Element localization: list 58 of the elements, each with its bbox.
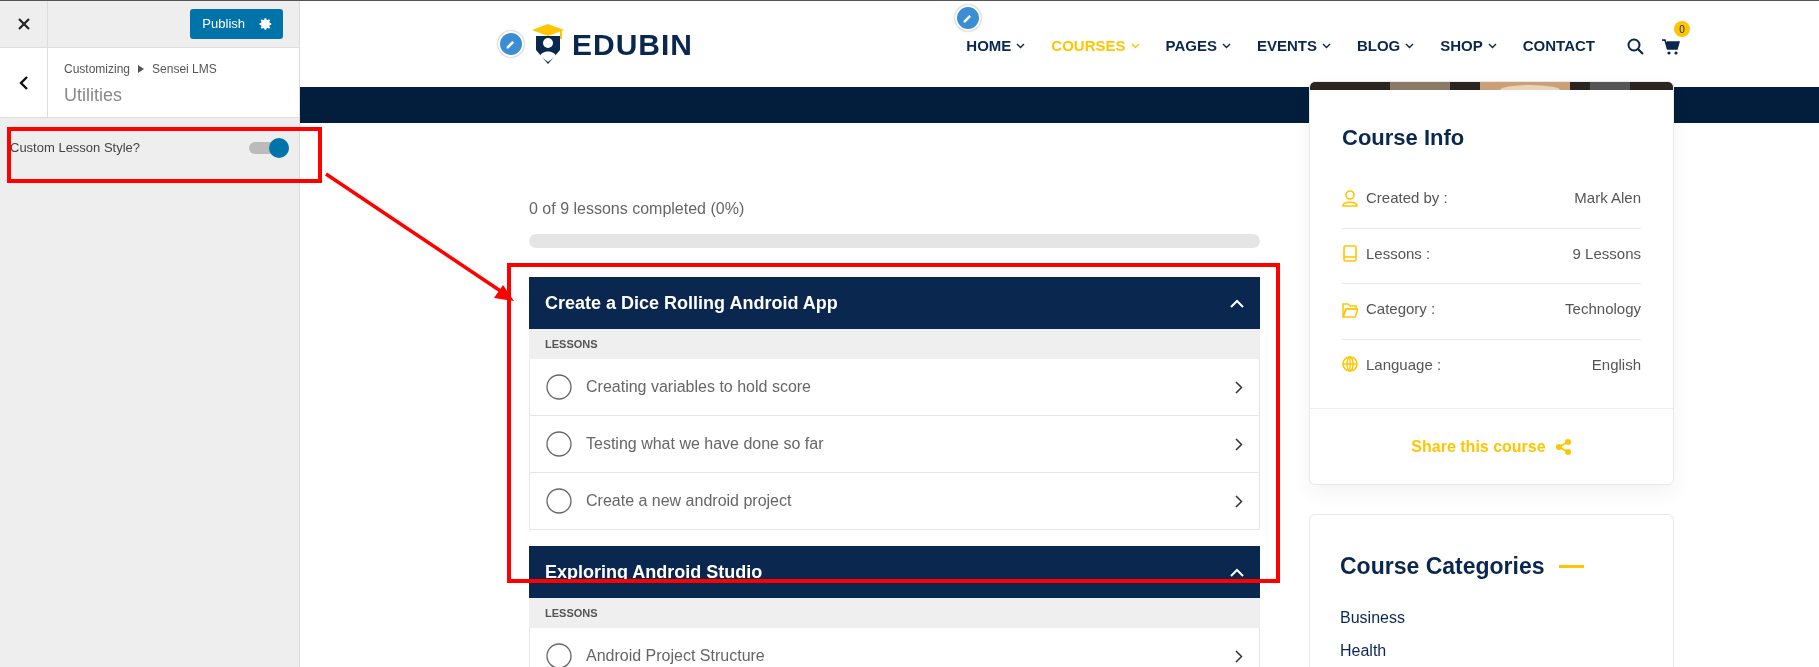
triangle-icon	[138, 65, 145, 73]
info-label: Language :	[1366, 354, 1442, 375]
gear-icon	[259, 17, 273, 31]
info-value: Mark Alen	[1574, 188, 1641, 208]
chevron-down-icon	[1016, 43, 1026, 49]
nav-link[interactable]: HOME	[966, 34, 1026, 58]
user-icon	[1342, 189, 1358, 207]
nav-link[interactable]: PAGES	[1165, 34, 1231, 58]
chevron-down-icon	[1487, 43, 1497, 49]
setting-label: Custom Lesson Style?	[10, 139, 141, 158]
chevron-right-icon	[1235, 649, 1243, 663]
info-label: Lessons :	[1366, 243, 1431, 264]
chevron-down-icon	[1405, 43, 1415, 49]
module-header[interactable]: Create a Dice Rolling Android App	[529, 277, 1260, 329]
nav-link[interactable]: CONTACT	[1522, 34, 1595, 58]
nav-link[interactable]: EVENTS	[1256, 34, 1331, 58]
cart-count-badge: 0	[1674, 21, 1690, 37]
lessons-label: LESSONS	[529, 329, 1260, 359]
card-title: Course Info	[1341, 124, 1466, 152]
breadcrumb-text: Customizing	[64, 61, 131, 78]
edit-button[interactable]	[498, 31, 524, 57]
nav-link[interactable]: SHOP	[1440, 34, 1497, 58]
card-title: Course Categories	[1340, 552, 1545, 581]
chevron-right-icon	[1235, 494, 1243, 508]
publish-button[interactable]: Publish	[190, 9, 283, 39]
globe-icon	[1342, 356, 1358, 374]
cart-icon[interactable]	[1662, 38, 1680, 55]
toggle-switch[interactable]	[249, 138, 289, 158]
logo-text[interactable]: EDUBIN	[572, 21, 693, 67]
chevron-down-icon	[1221, 43, 1231, 49]
chevron-down-icon	[1130, 43, 1140, 49]
book-icon	[1342, 245, 1358, 263]
progress-text: 0 of 9 lessons completed (0%)	[529, 199, 746, 219]
chevron-up-icon	[1230, 298, 1244, 308]
chevron-up-icon	[1230, 567, 1244, 577]
info-label: Created by :	[1366, 188, 1448, 208]
category-link[interactable]: Business	[1340, 607, 1643, 627]
lesson-row[interactable]: Testing what we have done so far	[529, 416, 1260, 473]
category-link[interactable]: Health	[1340, 640, 1643, 660]
nav-link[interactable]: BLOG	[1356, 34, 1415, 58]
chevron-down-icon	[1321, 43, 1331, 49]
folder-icon	[1342, 300, 1358, 318]
info-value: 9 Lessons	[1572, 243, 1641, 264]
search-icon[interactable]	[1627, 37, 1644, 55]
chevron-right-icon	[1235, 380, 1243, 394]
back-icon	[18, 74, 29, 91]
lesson-row[interactable]: Android Project Structure	[529, 628, 1260, 667]
section-title: Utilities	[64, 84, 123, 107]
breadcrumb-text: Sensei LMS	[152, 61, 217, 78]
chevron-right-icon	[1235, 437, 1243, 451]
info-label: Category :	[1366, 299, 1436, 319]
close-icon	[16, 17, 31, 31]
info-value: Technology	[1565, 299, 1641, 319]
share-icon	[1555, 438, 1572, 455]
lessons-label: LESSONS	[529, 598, 1260, 628]
info-value: English	[1591, 354, 1641, 375]
lesson-row[interactable]: Create a new android project	[529, 473, 1260, 530]
lesson-row[interactable]: Creating variables to hold score	[529, 359, 1260, 416]
